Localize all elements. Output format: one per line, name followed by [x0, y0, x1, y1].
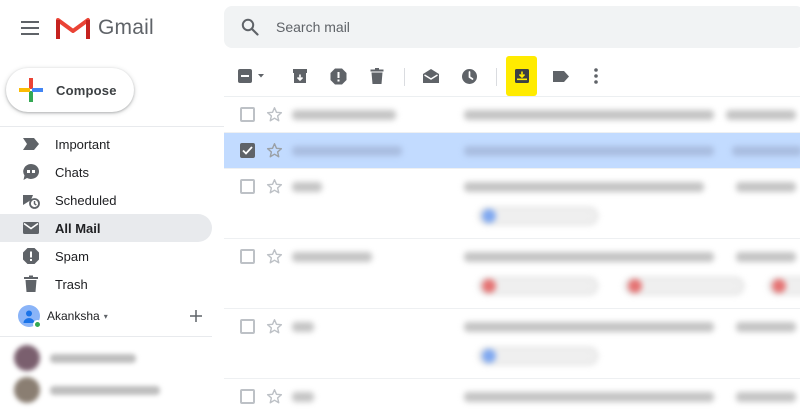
chevron-down-icon[interactable]: ▾	[104, 312, 108, 321]
blurred-email-content	[286, 379, 800, 418]
app-name: Gmail	[98, 16, 154, 39]
sidebar-divider	[0, 336, 212, 337]
avatar	[14, 345, 40, 371]
email-row-selected[interactable]	[224, 133, 800, 169]
archive-icon	[293, 69, 307, 83]
select-checkbox-icon	[238, 69, 264, 83]
row-checkbox[interactable]	[240, 249, 255, 264]
search-icon[interactable]	[238, 15, 262, 39]
star-icon[interactable]	[264, 246, 284, 266]
toolbar-divider	[496, 68, 497, 86]
mail-icon	[22, 219, 40, 237]
label-icon	[553, 70, 569, 82]
hangout-contact[interactable]	[14, 374, 210, 406]
sidebar-item-label: Chats	[55, 164, 89, 180]
sidebar-item-all-mail[interactable]: All Mail	[0, 214, 212, 242]
search-input[interactable]	[276, 19, 676, 35]
sidebar-divider	[0, 126, 224, 127]
email-row[interactable]	[224, 379, 800, 418]
row-checkbox[interactable]	[240, 179, 255, 194]
row-checkbox-checked[interactable]	[240, 143, 255, 158]
email-list	[224, 97, 800, 418]
row-checkbox[interactable]	[240, 389, 255, 404]
blurred-text	[50, 385, 160, 395]
email-row[interactable]	[224, 309, 800, 379]
delete-icon	[370, 68, 384, 84]
star-icon[interactable]	[264, 104, 284, 124]
important-icon	[22, 135, 40, 153]
blurred-email-content	[286, 169, 800, 238]
account-switcher[interactable]: Akanksha ▾	[18, 302, 210, 330]
star-icon[interactable]	[264, 176, 284, 196]
more-options-button[interactable]	[580, 60, 612, 92]
labels-button[interactable]	[545, 60, 577, 92]
star-icon[interactable]	[264, 386, 284, 406]
scheduled-icon	[22, 191, 40, 209]
compose-button[interactable]: Compose	[6, 68, 134, 112]
blurred-email-content	[286, 133, 800, 168]
sidebar-item-chats[interactable]: Chats	[0, 158, 212, 186]
spam-icon	[22, 247, 40, 265]
trash-icon	[22, 275, 40, 293]
blurred-email-content	[286, 239, 800, 308]
more-vert-icon	[594, 68, 598, 84]
sidebar-item-label: Scheduled	[55, 192, 117, 208]
report-spam-button[interactable]	[322, 60, 354, 92]
plus-icon	[190, 310, 202, 322]
blurred-email-content	[286, 97, 800, 132]
compose-label: Compose	[56, 82, 117, 98]
snooze-icon	[461, 68, 477, 84]
sidebar-item-label: All Mail	[55, 220, 101, 236]
sidebar-item-label: Trash	[55, 276, 88, 292]
gmail-m-icon	[56, 18, 90, 39]
search-bar[interactable]	[224, 6, 800, 48]
blurred-text	[50, 353, 136, 363]
email-row[interactable]	[224, 239, 800, 309]
sidebar-item-trash[interactable]: Trash	[0, 270, 212, 298]
star-icon[interactable]	[264, 316, 284, 336]
chat-icon	[22, 163, 40, 181]
sidebar-item-important[interactable]: Important	[0, 130, 212, 158]
checkmark-icon	[242, 146, 253, 155]
add-account-button[interactable]	[186, 306, 206, 326]
report-spam-icon	[330, 68, 346, 84]
archive-button[interactable]	[284, 60, 316, 92]
sidebar-item-spam[interactable]: Spam	[0, 242, 212, 270]
blurred-email-content	[286, 309, 800, 378]
email-row[interactable]	[224, 169, 800, 239]
sidebar-item-scheduled[interactable]: Scheduled	[0, 186, 212, 214]
row-checkbox[interactable]	[240, 107, 255, 122]
hangouts-contacts	[14, 342, 210, 406]
email-toolbar	[224, 56, 800, 96]
snooze-button[interactable]	[453, 60, 485, 92]
online-status-dot	[33, 320, 42, 329]
plus-icon	[19, 78, 43, 102]
sidebar-item-label: Spam	[55, 248, 89, 264]
select-all-button[interactable]	[232, 60, 272, 92]
avatar	[14, 377, 40, 403]
sidebar-item-label: Important	[55, 136, 110, 152]
sidebar-nav: Important Chats Scheduled All Mail Spam …	[0, 130, 212, 298]
move-to-inbox-icon	[515, 69, 529, 83]
hangout-contact[interactable]	[14, 342, 210, 374]
avatar	[18, 305, 42, 329]
email-row[interactable]	[224, 97, 800, 133]
mark-as-read-icon	[423, 69, 439, 83]
move-to-inbox-button[interactable]	[506, 60, 538, 92]
mark-as-read-button[interactable]	[415, 60, 447, 92]
delete-button[interactable]	[361, 60, 393, 92]
star-icon[interactable]	[264, 140, 284, 160]
row-checkbox[interactable]	[240, 319, 255, 334]
account-name: Akanksha	[47, 309, 100, 323]
gmail-logo[interactable]: Gmail	[56, 12, 154, 44]
hamburger-menu-icon[interactable]	[14, 12, 46, 44]
top-bar: Gmail	[0, 0, 800, 56]
toolbar-divider	[404, 68, 405, 86]
